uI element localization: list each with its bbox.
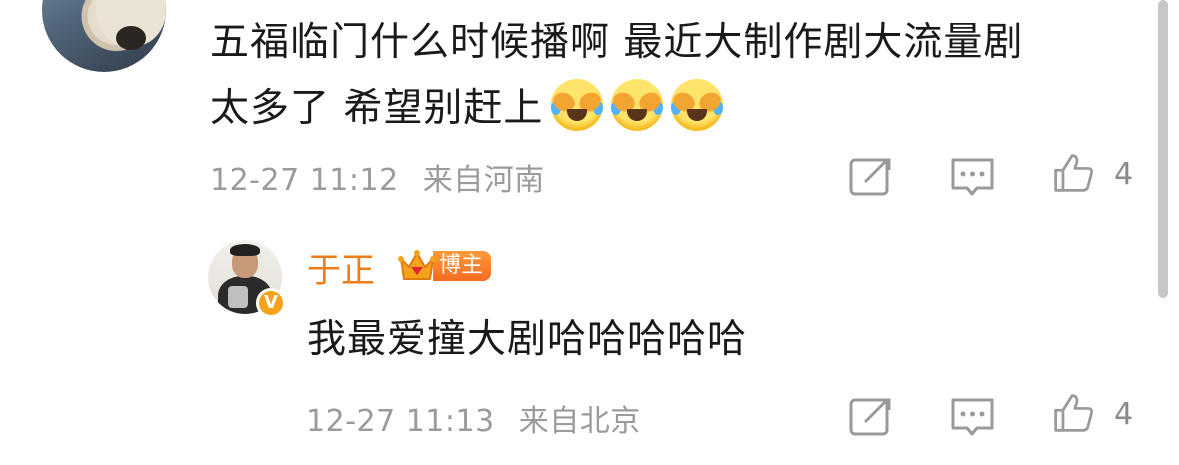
- laugh-cry-emoji-icon: [670, 79, 725, 131]
- comment-meta: 12-27 11:12 来自河南: [210, 155, 545, 199]
- author-badge-label: 博主: [433, 251, 492, 281]
- reply-comment-icon[interactable]: [950, 156, 996, 198]
- scrollbar[interactable]: [1158, 0, 1168, 298]
- reply-author-name[interactable]: 于正: [307, 243, 375, 292]
- reply-time: 12-27 11:13: [306, 404, 495, 439]
- author-badge: 博主: [397, 246, 492, 286]
- comment-time: 12-27 11:12: [210, 163, 399, 198]
- reply-like-icon[interactable]: [1050, 392, 1096, 434]
- laugh-cry-emoji-icon: [550, 79, 605, 131]
- reply-location: 来自北京: [518, 404, 641, 439]
- reply-like-count: 4: [1114, 397, 1134, 432]
- reply-repost-icon[interactable]: [849, 396, 895, 438]
- comment-text-line1: 五福临门什么时候播啊 最近大制作剧大流量剧: [210, 20, 1024, 65]
- commenter-avatar[interactable]: [42, 0, 166, 72]
- repost-icon[interactable]: [849, 156, 895, 198]
- comment-text-line2-row: 太多了 希望别赶上: [210, 76, 1130, 142]
- reply-text: 我最爱撞大剧哈哈哈哈哈: [307, 317, 748, 362]
- like-count: 4: [1114, 157, 1134, 192]
- comment-text: 五福临门什么时候播啊 最近大制作剧大流量剧 太多了 希望别赶上: [210, 10, 1130, 142]
- laugh-cry-emoji-icon: [610, 79, 665, 131]
- reply-meta: 12-27 11:13 来自北京: [306, 396, 641, 440]
- comment-thread: 五福临门什么时候播啊 最近大制作剧大流量剧 太多了 希望别赶上 12-27 11…: [0, 0, 1179, 465]
- like-icon[interactable]: [1050, 152, 1096, 194]
- comment-location: 来自河南: [422, 163, 545, 198]
- verified-v-badge-icon: V: [256, 288, 286, 318]
- crown-icon: [398, 250, 436, 280]
- comment-text-line2: 太多了 希望别赶上: [210, 86, 544, 131]
- reply-comment-icon[interactable]: [950, 396, 996, 438]
